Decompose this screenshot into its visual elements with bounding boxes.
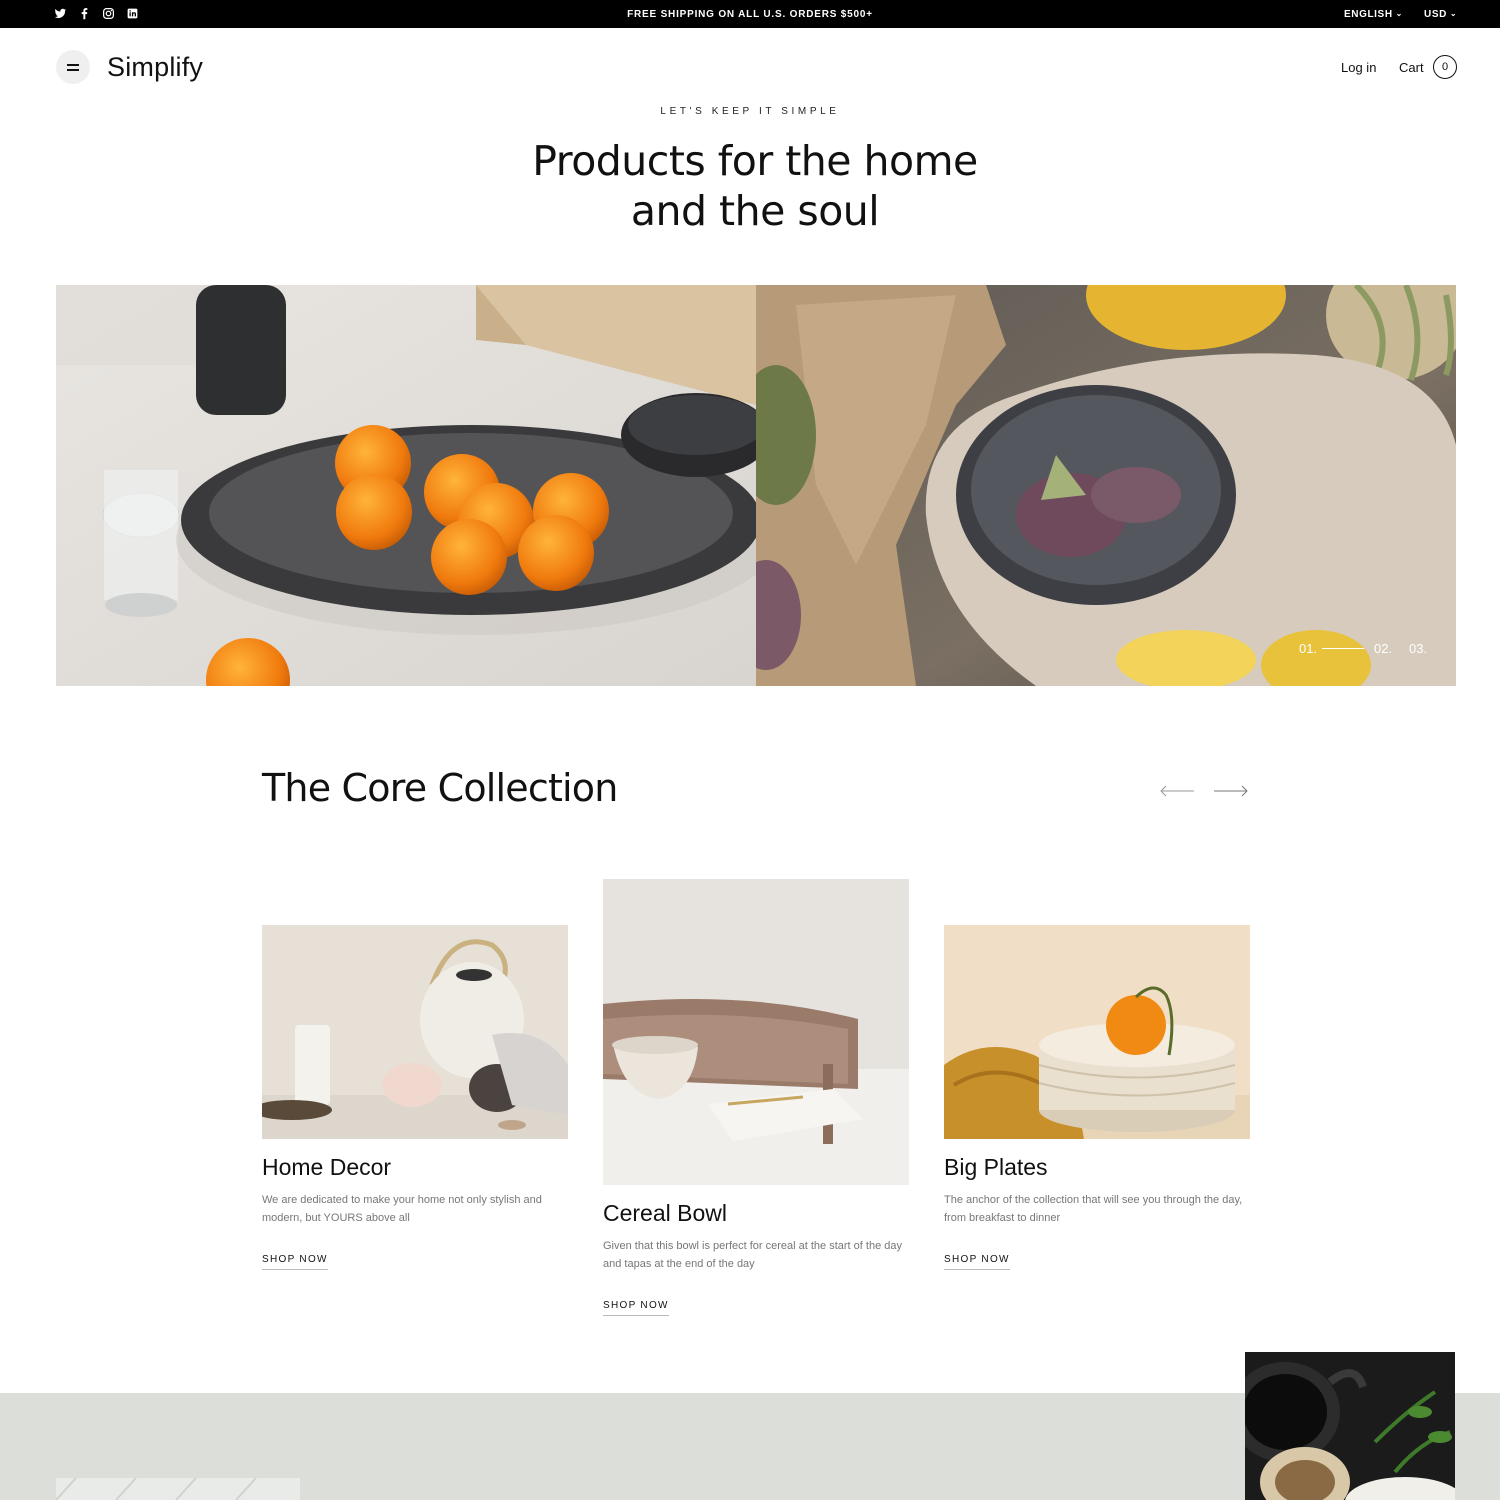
- slider-progress-line: [1322, 648, 1364, 649]
- card-image-home-decor[interactable]: [262, 925, 568, 1139]
- card-title[interactable]: Home Decor: [262, 1154, 391, 1181]
- currency-selector[interactable]: USD ⌄: [1424, 9, 1457, 20]
- card-image-cereal-bowl[interactable]: [603, 879, 909, 1185]
- card-image-big-plates[interactable]: [944, 925, 1250, 1139]
- shop-now-link[interactable]: SHOP NOW: [262, 1254, 328, 1270]
- cart-count-badge[interactable]: 0: [1433, 55, 1457, 79]
- hero-title-line2: and the soul: [630, 187, 880, 235]
- hero-title-line1: Products for the home: [532, 137, 978, 185]
- slider-dot-1[interactable]: 01.: [1299, 641, 1317, 656]
- shop-now-link[interactable]: SHOP NOW: [603, 1300, 669, 1316]
- shop-now-link[interactable]: SHOP NOW: [944, 1254, 1010, 1270]
- arrow-right-icon: [1214, 785, 1248, 797]
- collection-title: The Core Collection: [262, 766, 618, 810]
- cart-link[interactable]: Cart: [1399, 60, 1424, 75]
- chevron-down-icon: ⌄: [1395, 9, 1403, 18]
- hero-image-oranges: [56, 285, 756, 686]
- menu-button[interactable]: [56, 50, 90, 84]
- featured-image-coffee: [1245, 1352, 1455, 1500]
- hero-image-artichokes: [756, 285, 1456, 686]
- slider-dot-2[interactable]: 02.: [1374, 641, 1392, 656]
- login-link[interactable]: Log in: [1341, 60, 1376, 75]
- arrow-left-icon: [1160, 785, 1194, 797]
- featured-image-tiles: [56, 1478, 300, 1500]
- carousel-prev-button[interactable]: [1159, 782, 1195, 800]
- currency-value: USD: [1424, 9, 1447, 20]
- shipping-promo: FREE SHIPPING ON ALL U.S. ORDERS $500+: [627, 9, 873, 20]
- card-title[interactable]: Big Plates: [944, 1154, 1048, 1181]
- hero-title: Products for the home and the soul: [0, 136, 1500, 236]
- card-description: We are dedicated to make your home not o…: [262, 1194, 542, 1224]
- announcement-bar: FREE SHIPPING ON ALL U.S. ORDERS $500+ E…: [0, 0, 1500, 28]
- language-value: ENGLISH: [1344, 9, 1393, 20]
- carousel-next-button[interactable]: [1213, 782, 1249, 800]
- hamburger-icon: [67, 64, 79, 66]
- hero-eyebrow: LET'S KEEP IT SIMPLE: [660, 106, 840, 117]
- hamburger-icon: [67, 69, 79, 71]
- language-selector[interactable]: ENGLISH ⌄: [1344, 9, 1403, 20]
- logo[interactable]: Simplify: [107, 52, 203, 83]
- card-title[interactable]: Cereal Bowl: [603, 1200, 727, 1227]
- slider-dot-3[interactable]: 03.: [1409, 641, 1427, 656]
- chevron-down-icon: ⌄: [1449, 9, 1458, 18]
- card-description: Given that this bowl is perfect for cere…: [603, 1240, 902, 1270]
- card-description: The anchor of the collection that will s…: [944, 1194, 1243, 1224]
